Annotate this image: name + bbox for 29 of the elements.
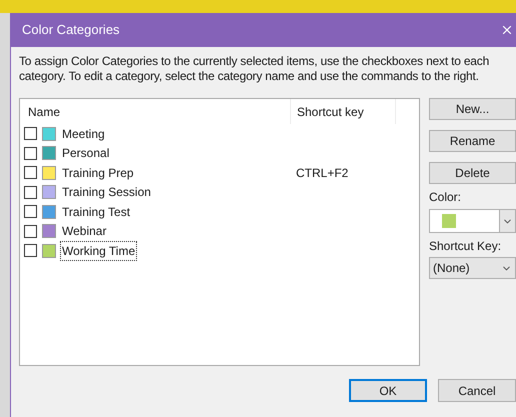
category-name[interactable]: Training Session: [61, 183, 152, 202]
category-name[interactable]: Personal: [61, 144, 110, 162]
side-button[interactable]: New...: [429, 98, 516, 120]
checkbox[interactable]: [24, 146, 37, 160]
category-name[interactable]: Training Test: [61, 202, 132, 221]
column-header[interactable]: Name: [20, 102, 290, 120]
checkbox[interactable]: [24, 166, 37, 180]
window-title: Color Categories: [22, 21, 120, 40]
category-name[interactable]: Training Prep: [61, 164, 135, 182]
description-text: To assign Color Categories to the currently selected items, use the checkboxes next to each category. To edit a category, select the category name and use the commands to the right.: [19, 54, 490, 84]
shortcut-label: Shortcut Key:: [429, 238, 502, 255]
checkbox[interactable]: [24, 186, 37, 199]
color-dropdown[interactable]: [429, 209, 516, 233]
dialog-button[interactable]: Cancel: [438, 379, 516, 402]
category-name[interactable]: Meeting: [61, 124, 106, 143]
column-header[interactable]: Shortcut key: [290, 99, 396, 124]
category-name[interactable]: Working Time: [61, 242, 136, 260]
side-button[interactable]: Rename: [429, 130, 516, 152]
shortcut-dropdown[interactable]: (None): [429, 257, 516, 279]
category-name[interactable]: Webinar: [61, 222, 108, 240]
side-button[interactable]: Delete: [429, 162, 516, 184]
checkbox[interactable]: [24, 205, 37, 218]
close-icon[interactable]: [500, 23, 514, 37]
checkbox[interactable]: [24, 244, 37, 258]
shortcut-text: CTRL+F2: [295, 164, 348, 182]
dialog-button[interactable]: OK: [349, 379, 427, 402]
checkbox[interactable]: [24, 224, 37, 238]
color-label: Color:: [429, 189, 462, 206]
checkbox[interactable]: [24, 127, 37, 140]
